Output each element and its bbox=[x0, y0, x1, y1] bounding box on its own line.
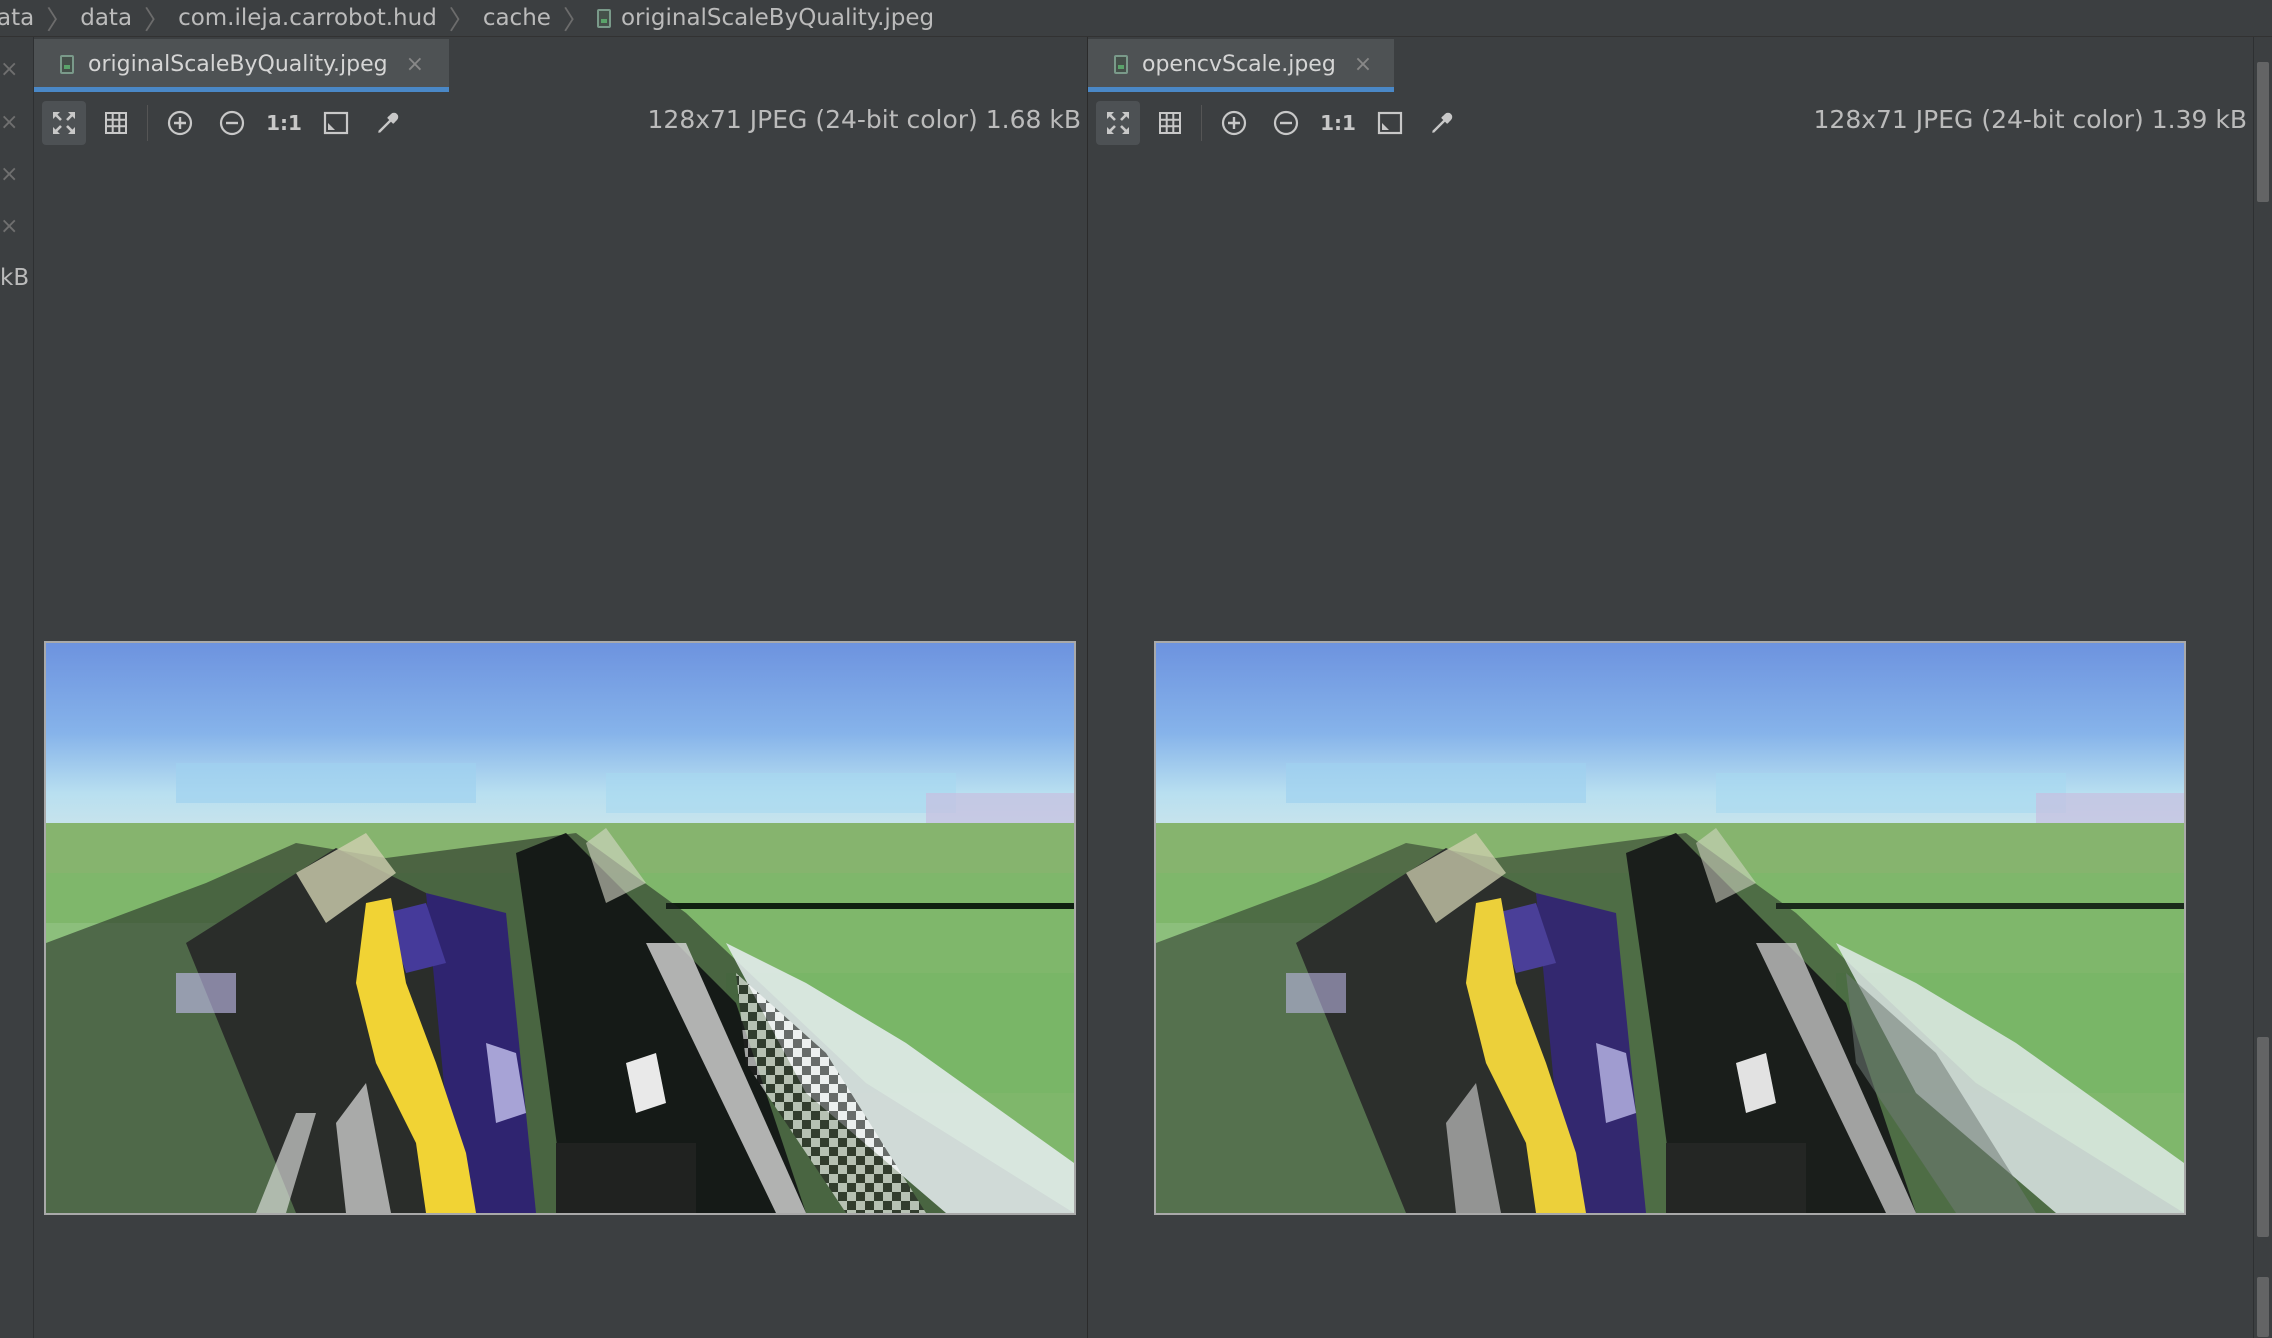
file-jpeg-icon bbox=[1114, 54, 1128, 74]
image-size-fragment: kB bbox=[0, 265, 30, 291]
background-toggle-button[interactable] bbox=[1368, 101, 1412, 145]
fit-zoom-button[interactable] bbox=[1096, 101, 1140, 145]
breadcrumb-separator: 〉 bbox=[46, 5, 73, 36]
close-icon[interactable]: × bbox=[0, 162, 18, 187]
color-picker-button[interactable] bbox=[1420, 101, 1464, 145]
zoom-out-icon bbox=[1273, 110, 1299, 136]
close-icon[interactable]: × bbox=[0, 57, 18, 82]
close-icon[interactable]: × bbox=[1354, 52, 1372, 77]
zoom-in-icon bbox=[1221, 110, 1247, 136]
right-tool-strip bbox=[2253, 37, 2272, 1338]
zoom-in-icon bbox=[167, 110, 193, 136]
tab-label: originalScaleByQuality.jpeg bbox=[88, 51, 388, 77]
left-editor-strip: × × × × kB bbox=[0, 37, 34, 1338]
breadcrumb-file-label: originalScaleByQuality.jpeg bbox=[620, 5, 935, 31]
image-toolbar: 1:1 128x71 JPEG (24-bit color) 1.68 kB bbox=[34, 91, 1087, 159]
tab-original-scale-by-quality[interactable]: originalScaleByQuality.jpeg × bbox=[34, 39, 449, 92]
breadcrumb-separator: 〉 bbox=[144, 5, 171, 36]
image-info-label: 128x71 JPEG (24-bit color) 1.68 kB bbox=[647, 105, 1081, 134]
breadcrumb-item-data[interactable]: data bbox=[78, 5, 140, 31]
word-book-tool-window-button[interactable] bbox=[2257, 1037, 2269, 1237]
breadcrumb-separator: 〉 bbox=[448, 5, 475, 36]
color-picker-icon bbox=[378, 112, 399, 133]
grid-toggle-button[interactable] bbox=[94, 101, 138, 145]
road-photo-image bbox=[46, 643, 1074, 1213]
color-picker-button[interactable] bbox=[366, 101, 410, 145]
toolbar-separator bbox=[147, 105, 148, 141]
file-jpeg-icon bbox=[596, 8, 611, 28]
zoom-out-button[interactable] bbox=[210, 101, 254, 145]
fit-zoom-icon bbox=[1107, 112, 1129, 134]
zoom-in-button[interactable] bbox=[158, 101, 202, 145]
close-icon[interactable]: × bbox=[0, 110, 18, 135]
background-icon bbox=[1377, 111, 1403, 135]
editor-tab-bar: originalScaleByQuality.jpeg × bbox=[34, 37, 1087, 92]
background-icon bbox=[323, 111, 349, 135]
zoom-in-button[interactable] bbox=[1212, 101, 1256, 145]
file-jpeg-icon bbox=[60, 54, 74, 74]
breadcrumb: ata 〉 data 〉 com.ileja.carrobot.hud 〉 ca… bbox=[0, 0, 2272, 37]
background-toggle-button[interactable] bbox=[314, 101, 358, 145]
grid-icon bbox=[105, 112, 127, 134]
actual-size-button[interactable]: 1:1 bbox=[1316, 101, 1360, 145]
grid-icon bbox=[1159, 112, 1181, 134]
close-icon[interactable]: × bbox=[0, 214, 18, 239]
image-info-label: 128x71 JPEG (24-bit color) 1.39 kB bbox=[1813, 105, 2247, 134]
image-editor-left: originalScaleByQuality.jpeg × 1:1 128x71… bbox=[34, 37, 1088, 1338]
fit-zoom-button[interactable] bbox=[42, 101, 86, 145]
zoom-out-button[interactable] bbox=[1264, 101, 1308, 145]
grid-toggle-button[interactable] bbox=[1148, 101, 1192, 145]
actual-size-button[interactable]: 1:1 bbox=[262, 101, 306, 145]
gradle-tool-window-button[interactable] bbox=[2257, 62, 2269, 202]
toolbar-separator bbox=[1201, 105, 1202, 141]
breadcrumb-item-ata[interactable]: ata bbox=[0, 5, 42, 31]
tab-opencv-scale[interactable]: opencvScale.jpeg × bbox=[1088, 39, 1394, 92]
image-editor-right: opencvScale.jpeg × 1:1 128x71 JPEG (24-b… bbox=[1088, 37, 2253, 1338]
breadcrumb-item-cache[interactable]: cache bbox=[481, 5, 559, 31]
breadcrumb-item-file[interactable]: originalScaleByQuality.jpeg bbox=[595, 5, 942, 31]
zoom-out-icon bbox=[219, 110, 245, 136]
image-preview[interactable] bbox=[1154, 641, 2186, 1215]
image-toolbar: 1:1 128x71 JPEG (24-bit color) 1.39 kB bbox=[1088, 91, 2253, 159]
breadcrumb-item-package[interactable]: com.ileja.carrobot.hud bbox=[176, 5, 445, 31]
tool-window-button[interactable] bbox=[2257, 1277, 2269, 1337]
fit-zoom-icon bbox=[53, 112, 75, 134]
tab-label: opencvScale.jpeg bbox=[1142, 51, 1336, 77]
image-preview[interactable] bbox=[44, 641, 1076, 1215]
breadcrumb-separator: 〉 bbox=[562, 5, 589, 36]
editor-tab-bar: opencvScale.jpeg × bbox=[1088, 37, 2253, 92]
road-photo-image bbox=[1156, 643, 2184, 1213]
close-icon[interactable]: × bbox=[406, 52, 424, 77]
color-picker-icon bbox=[1432, 112, 1453, 133]
